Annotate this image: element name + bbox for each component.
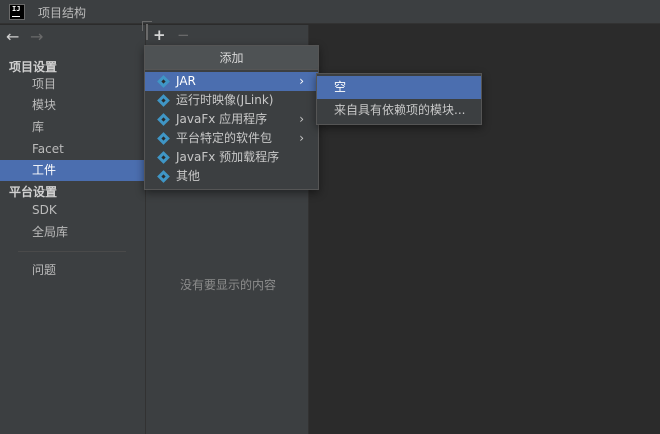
copy-icon[interactable] (146, 24, 148, 40)
add-artifact-popup: 添加 JAR › 运行时映像(JLink) JavaFx 应用程序 › 平台特定… (144, 45, 319, 190)
sidebar-item-sdks[interactable]: SDK (0, 200, 145, 221)
jar-submenu: 空 来自具有依赖项的模块... (316, 73, 482, 125)
menu-item-label: JavaFx 应用程序 (176, 112, 268, 126)
back-arrow-icon[interactable]: ← (6, 29, 19, 45)
chevron-right-icon: › (299, 131, 304, 145)
window-title: 项目结构 (38, 6, 87, 20)
platform-settings-heading: 平台设置 (9, 185, 58, 199)
sidebar-item-modules[interactable]: 模块 (0, 95, 145, 116)
menu-item-label: 平台特定的软件包 (176, 131, 273, 145)
submenu-item-from-modules-with-dependencies[interactable]: 来自具有依赖项的模块... (317, 99, 481, 122)
menu-item-label: 运行时映像(JLink) (176, 93, 274, 107)
add-icon[interactable]: + (153, 28, 166, 43)
sidebar-item-facets[interactable]: Facet (0, 139, 145, 160)
forward-arrow-icon[interactable]: → (30, 29, 43, 45)
menu-item-platform-specific-package[interactable]: 平台特定的软件包 › (145, 129, 318, 148)
menu-item-jlink-runtime-image[interactable]: 运行时映像(JLink) (145, 91, 318, 110)
sidebar-item-artifacts[interactable]: 工件 (0, 160, 145, 181)
intellij-logo-icon: IJ (9, 4, 25, 20)
title-bar: IJ 项目结构 (0, 0, 660, 24)
project-settings-heading: 项目设置 (9, 60, 58, 74)
sidebar-divider (18, 251, 126, 252)
submenu-item-empty[interactable]: 空 (317, 76, 481, 99)
sidebar-item-problems[interactable]: 问题 (0, 260, 145, 281)
chevron-right-icon: › (299, 112, 304, 126)
remove-icon[interactable]: − (177, 28, 190, 43)
artifact-diamond-icon (157, 75, 170, 88)
artifact-diamond-icon (157, 151, 170, 164)
menu-item-jar[interactable]: JAR › (145, 72, 318, 91)
menu-item-label: JavaFx 预加载程序 (176, 150, 280, 164)
empty-state-text: 没有要显示的内容 (179, 278, 276, 292)
chevron-right-icon: › (299, 74, 304, 88)
menu-item-label: 其他 (176, 169, 201, 183)
menu-item-javafx-preloader[interactable]: JavaFx 预加载程序 (145, 148, 318, 167)
popup-title: 添加 (145, 46, 318, 70)
artifact-diamond-icon (157, 113, 170, 126)
menu-item-other[interactable]: 其他 (145, 167, 318, 186)
sidebar-item-libraries[interactable]: 库 (0, 117, 145, 138)
artifact-diamond-icon (157, 170, 170, 183)
sidebar-item-project[interactable]: 项目 (0, 74, 145, 95)
artifact-diamond-icon (157, 132, 170, 145)
settings-sidebar: ← → 项目设置 项目 模块 库 Facet 工件 平台设置 SDK 全局库 问… (0, 25, 145, 434)
artifact-diamond-icon (157, 94, 170, 107)
menu-item-javafx-application[interactable]: JavaFx 应用程序 › (145, 110, 318, 129)
sidebar-item-global-libraries[interactable]: 全局库 (0, 222, 145, 243)
menu-item-label: JAR (176, 74, 196, 88)
